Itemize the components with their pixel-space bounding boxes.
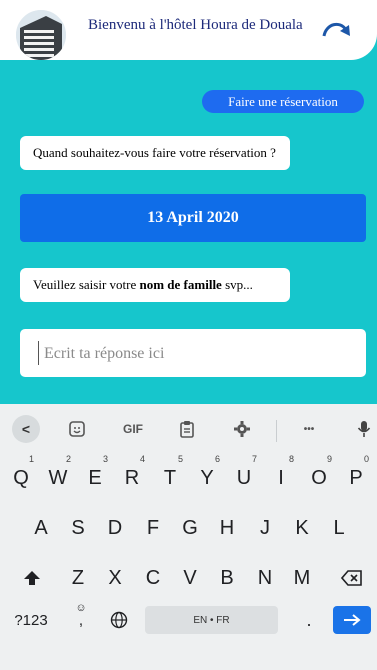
key-c[interactable]: C (136, 558, 170, 598)
key-v[interactable]: V (173, 558, 207, 598)
bot-message-date: Quand souhaitez-vous faire votre réserva… (20, 136, 290, 170)
key-g[interactable]: G (173, 508, 207, 548)
reply-field[interactable] (20, 329, 366, 379)
key-o[interactable]: O9 (302, 454, 336, 498)
key-n[interactable]: N (248, 558, 282, 598)
page-title: Bienvenu à l'hôtel Houra de Douala (88, 17, 303, 33)
app-header: Bienvenu à l'hôtel Houra de Douala (0, 0, 377, 60)
bot-message-lastname-text: Veuillez saisir votre nom de famille svp… (33, 277, 253, 292)
bot-message-lastname: Veuillez saisir votre nom de famille svp… (20, 268, 290, 302)
hotel-building-icon (16, 10, 66, 60)
globe-icon[interactable] (102, 600, 136, 640)
key-u[interactable]: U7 (227, 454, 261, 498)
key-b[interactable]: B (210, 558, 244, 598)
period-key[interactable]: . (292, 600, 326, 640)
key-l[interactable]: L (322, 508, 356, 548)
key-k[interactable]: K (285, 508, 319, 548)
key-d[interactable]: D (98, 508, 132, 548)
key-x[interactable]: X (98, 558, 132, 598)
comma-key[interactable]: ☺ , (64, 600, 98, 640)
key-a[interactable]: A (24, 508, 58, 548)
make-reservation-button[interactable]: Faire une réservation (202, 90, 364, 113)
backspace-icon[interactable] (332, 558, 372, 598)
soft-keyboard: < GIF ••• Q1 W2 E3 R4 T5 Y6 U7 I8 O9 P0 … (0, 404, 377, 670)
key-r[interactable]: R4 (115, 454, 149, 498)
key-m[interactable]: M (285, 558, 319, 598)
user-answer-date: 13 April 2020 (20, 194, 366, 242)
emoji-smile-icon: ☺ (75, 602, 87, 614)
key-f[interactable]: F (136, 508, 170, 548)
key-e[interactable]: E3 (78, 454, 112, 498)
key-y[interactable]: Y6 (190, 454, 224, 498)
shift-arrow-icon[interactable] (14, 558, 50, 598)
key-s[interactable]: S (61, 508, 95, 548)
key-w[interactable]: W2 (41, 454, 75, 498)
toolbar-divider (276, 420, 277, 442)
more-dots-icon[interactable]: ••• (296, 414, 322, 444)
key-h[interactable]: H (210, 508, 244, 548)
enter-arrow-icon[interactable] (333, 606, 371, 634)
sticker-icon[interactable] (66, 414, 88, 444)
text-caret (38, 341, 39, 365)
key-i[interactable]: I8 (264, 454, 298, 498)
redo-arrow-icon[interactable] (318, 12, 354, 48)
gif-button[interactable]: GIF (118, 414, 148, 444)
space-bar[interactable]: EN • FR (145, 606, 278, 634)
clipboard-icon[interactable] (176, 414, 198, 444)
key-z[interactable]: Z (61, 558, 95, 598)
key-p[interactable]: P0 (339, 454, 373, 498)
back-chevron-icon[interactable]: < (12, 415, 40, 443)
numbers-key[interactable]: ?123 (6, 600, 56, 640)
keyboard-toolbar: < GIF ••• (0, 404, 377, 454)
reply-input[interactable] (42, 329, 356, 379)
key-q[interactable]: Q1 (4, 454, 38, 498)
microphone-icon[interactable] (354, 414, 374, 444)
settings-gear-icon[interactable] (231, 414, 253, 444)
key-t[interactable]: T5 (153, 454, 187, 498)
bot-message-date-text: Quand souhaitez-vous faire votre réserva… (33, 145, 276, 160)
key-j[interactable]: J (248, 508, 282, 548)
